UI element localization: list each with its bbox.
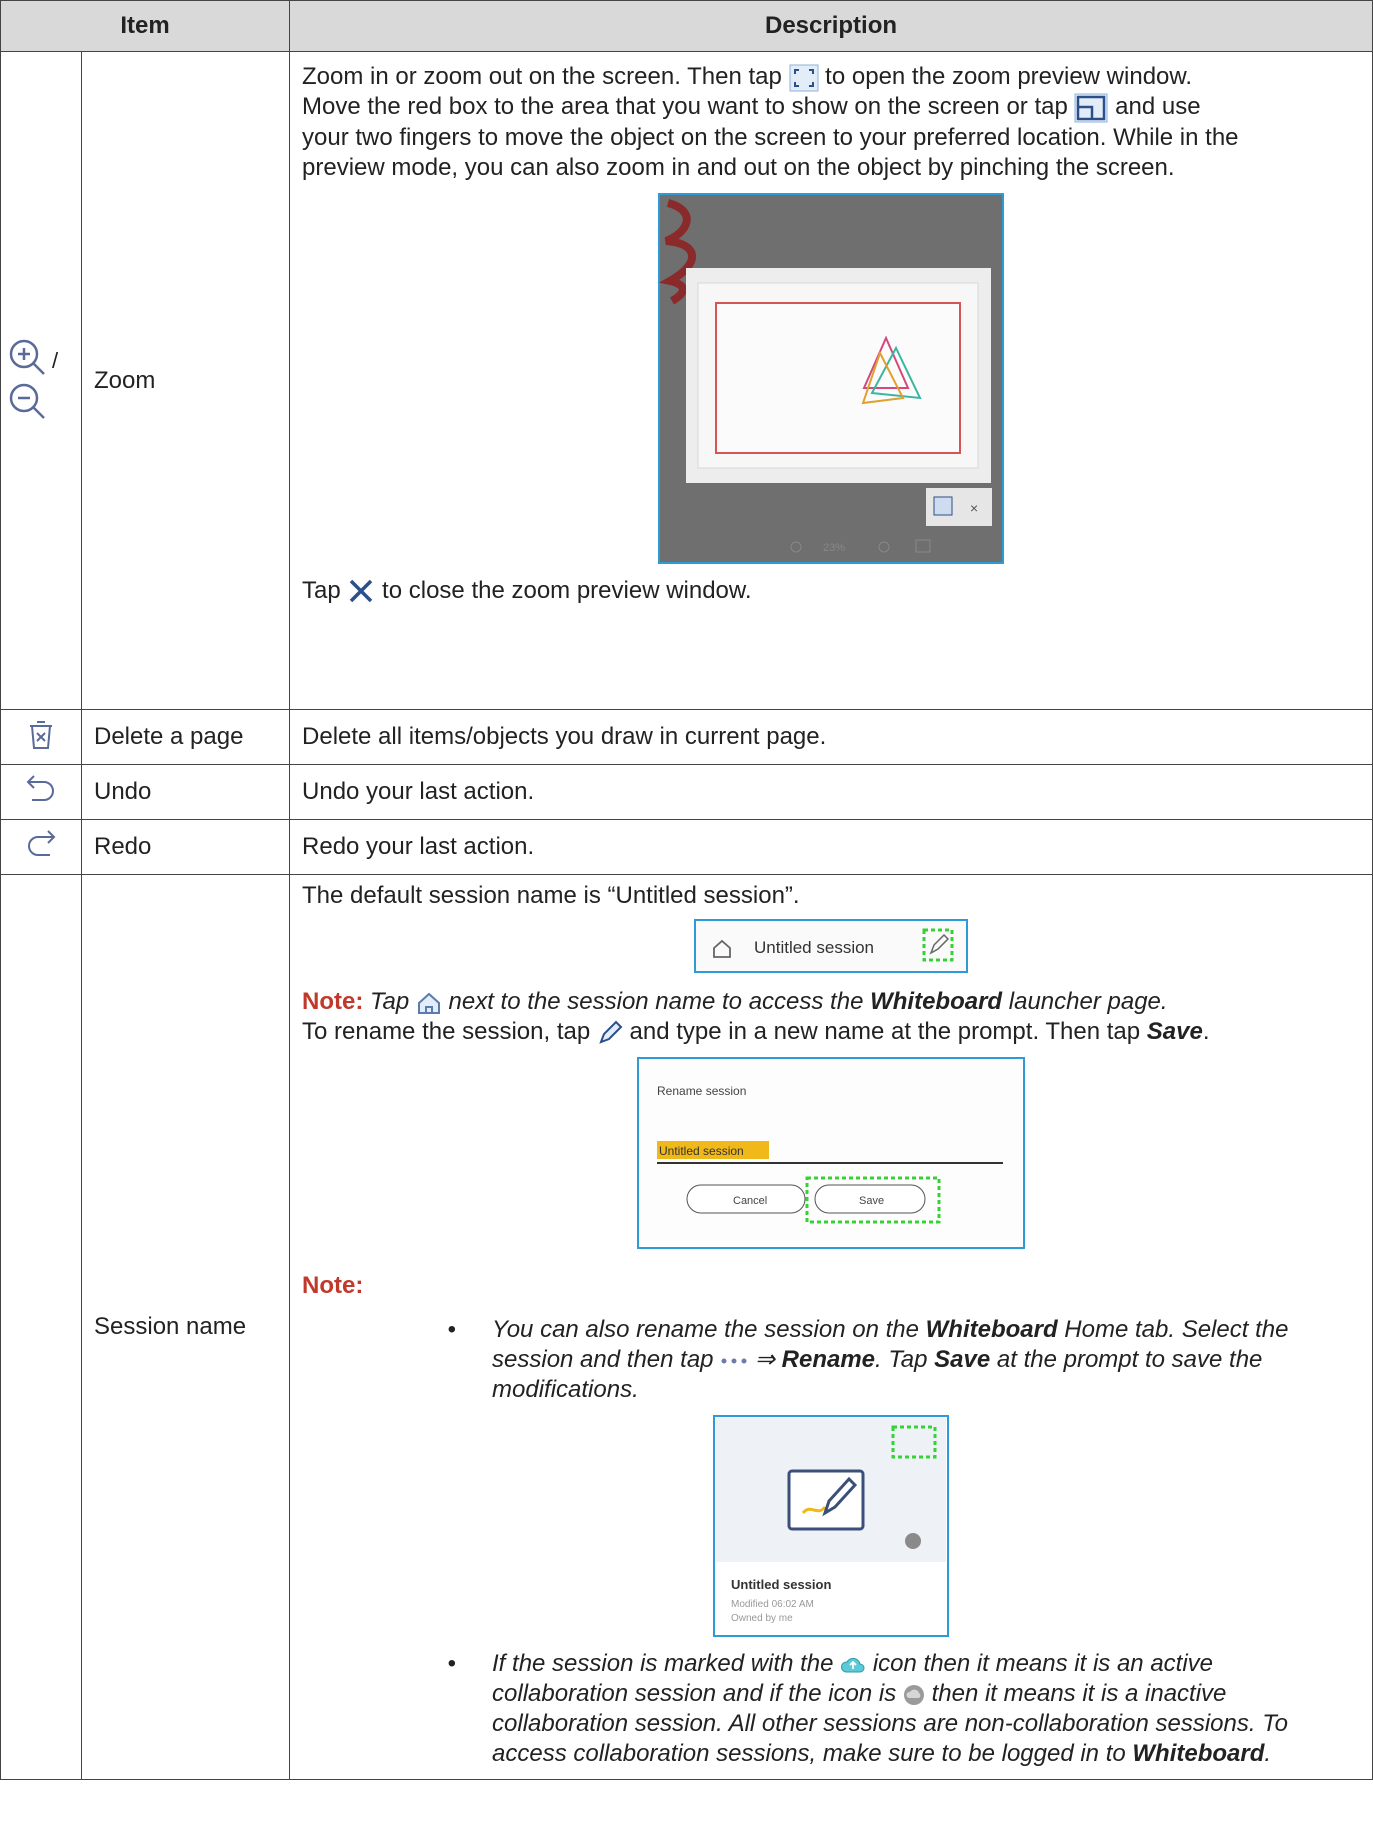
redo-description: Redo your last action. — [289, 819, 1373, 875]
zoom-icon-cell: / — [0, 51, 82, 710]
fullscreen-icon — [789, 64, 819, 92]
svg-text:Cancel: Cancel — [733, 1195, 767, 1207]
table-row-undo: Undo Undo your last action. — [0, 764, 1373, 820]
delete-icon-cell — [0, 709, 82, 765]
undo-icon — [26, 774, 54, 801]
header-item: Item — [0, 0, 291, 52]
svg-text:Untitled session: Untitled session — [754, 938, 874, 957]
rename-session-dialog-screenshot: Rename session Untitled session Cancel S… — [637, 1057, 1025, 1249]
delete-page-icon — [30, 720, 52, 749]
delete-page-description: Delete all items/objects you draw in cur… — [289, 709, 1373, 765]
note2-label: Note: — [302, 1272, 364, 1299]
undo-name: Undo — [80, 764, 291, 820]
session-name-description: The default session name is “Untitled se… — [289, 874, 1373, 1780]
more-icon — [721, 1358, 747, 1364]
undo-description: Undo your last action. — [289, 764, 1373, 820]
session-icon-cell — [0, 874, 82, 1780]
zoom-preview-screenshot: × 23% — [658, 192, 1004, 564]
session-name-bar-screenshot: Untitled session — [694, 919, 968, 973]
svg-text:23%: 23% — [823, 542, 845, 554]
svg-text:Untitled session: Untitled session — [659, 1144, 744, 1158]
svg-text:Modified 06:02 AM: Modified 06:02 AM — [731, 1599, 814, 1610]
home-icon — [417, 992, 440, 1014]
redo-name: Redo — [80, 819, 291, 875]
session-card-screenshot: Untitled session Modified 06:02 AM Owned… — [713, 1415, 949, 1637]
feature-table: Item Description / Zoom Zoom in or zoom … — [0, 0, 1373, 1780]
table-row-zoom: / Zoom Zoom in or zoom out on the screen… — [0, 51, 1373, 710]
zoom-in-icon — [9, 339, 45, 375]
delete-page-name: Delete a page — [80, 709, 291, 765]
table-row-redo: Redo Redo your last action. — [0, 819, 1373, 875]
zoom-out-icon — [9, 383, 45, 419]
table-row-delete-page: Delete a page Delete all items/objects y… — [0, 709, 1373, 765]
note-bullet-rename: • You can also rename the session on the… — [447, 1316, 1289, 1403]
table-header-row: Item Description — [0, 0, 1373, 52]
zoom-icon-separator: / — [52, 347, 59, 373]
undo-icon-cell — [0, 764, 82, 820]
note-bullet-collaboration: • If the session is marked with the icon… — [447, 1650, 1289, 1767]
zoom-name: Zoom — [80, 51, 291, 710]
svg-text:Untitled session: Untitled session — [731, 1577, 831, 1592]
preview-window-icon — [1074, 93, 1108, 123]
active-collaboration-cloud-icon — [841, 1657, 865, 1673]
pencil-icon — [599, 1020, 623, 1044]
svg-text:Owned by me: Owned by me — [731, 1613, 793, 1624]
svg-text:Rename session: Rename session — [657, 1084, 746, 1098]
redo-icon-cell — [0, 819, 82, 875]
svg-text:×: × — [970, 500, 978, 516]
svg-text:Save: Save — [859, 1195, 884, 1207]
note-label: Note: — [302, 988, 364, 1015]
session-name-name: Session name — [80, 874, 291, 1780]
close-x-icon — [350, 580, 373, 603]
header-description: Description — [289, 0, 1373, 52]
redo-icon — [28, 829, 56, 856]
inactive-collaboration-cloud-icon — [903, 1684, 924, 1705]
table-row-session-name: Session name The default session name is… — [0, 874, 1373, 1780]
zoom-description: Zoom in or zoom out on the screen. Then … — [289, 51, 1373, 710]
